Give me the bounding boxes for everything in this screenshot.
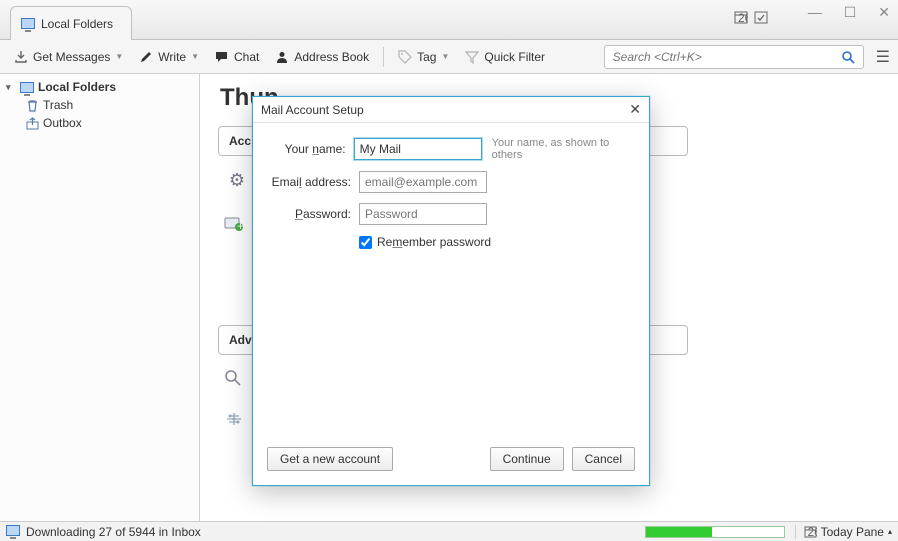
close-icon[interactable]: ✕ (629, 101, 641, 118)
activity-icon[interactable] (6, 525, 20, 539)
filters-icon (224, 411, 250, 427)
chevron-down-icon: ▼ (441, 52, 449, 61)
minimize-button[interactable]: — (808, 4, 822, 21)
trash-icon (26, 99, 39, 112)
password-label: Password: (269, 207, 351, 221)
status-text: Downloading 27 of 5944 in Inbox (26, 525, 201, 539)
your-name-hint: Your name, as shown to others (492, 137, 633, 161)
cancel-button[interactable]: Cancel (572, 447, 635, 471)
calendar-icon[interactable]: 26 (734, 10, 748, 24)
get-messages-button[interactable]: Get Messages ▼ (8, 46, 129, 68)
address-book-button[interactable]: Address Book (269, 46, 375, 68)
quick-filter-button[interactable]: Quick Filter (459, 46, 551, 68)
outbox-icon (26, 117, 39, 130)
email-label: Email address: (269, 175, 351, 189)
today-pane-toggle[interactable]: 26 Today Pane ▴ (795, 525, 892, 539)
remember-password-label: Remember password (377, 235, 491, 249)
tag-button[interactable]: Tag ▼ (392, 46, 455, 68)
continue-button[interactable]: Continue (490, 447, 564, 471)
calendar-icon: 26 (804, 525, 817, 538)
chat-button[interactable]: Chat (209, 46, 265, 68)
dialog-titlebar: Mail Account Setup ✕ (253, 97, 649, 123)
search-input[interactable] (613, 50, 841, 64)
close-button[interactable]: ✕ (878, 4, 890, 21)
tag-icon (398, 50, 412, 64)
progress-bar (645, 526, 785, 538)
folder-tree: ▾ Local Folders Trash Outbox (0, 74, 200, 521)
tasks-icon[interactable] (754, 10, 768, 24)
monitor-icon (21, 18, 35, 29)
filter-icon (465, 50, 479, 64)
window-titlebar: Local Folders 26 — ☐ ✕ (0, 0, 898, 40)
monitor-icon (20, 82, 34, 93)
write-button[interactable]: Write ▼ (133, 46, 205, 68)
main-toolbar: Get Messages ▼ Write ▼ Chat Address Book… (0, 40, 898, 74)
chevron-down-icon: ▼ (115, 52, 123, 61)
tab-local-folders[interactable]: Local Folders (10, 6, 132, 40)
remember-password-checkbox[interactable] (359, 236, 372, 249)
tab-label: Local Folders (41, 17, 113, 31)
dialog-title: Mail Account Setup (261, 103, 364, 117)
search-icon[interactable] (841, 50, 855, 64)
email-input[interactable] (359, 171, 487, 193)
svg-text:26: 26 (738, 11, 748, 24)
new-account-icon: + (224, 215, 250, 231)
get-new-account-button[interactable]: Get a new account (267, 447, 393, 471)
svg-text:+: + (237, 219, 244, 231)
person-icon (275, 50, 289, 64)
toolbar-divider (383, 47, 384, 67)
chevron-up-icon: ▴ (888, 527, 892, 536)
chevron-down-icon: ▼ (191, 52, 199, 61)
mail-account-setup-dialog: Mail Account Setup ✕ Your name: Your nam… (252, 96, 650, 486)
tree-item-trash[interactable]: Trash (0, 96, 199, 114)
svg-text:26: 26 (807, 525, 817, 538)
search-box[interactable] (604, 45, 864, 69)
download-icon (14, 50, 28, 64)
chat-icon (215, 50, 229, 64)
maximize-button[interactable]: ☐ (844, 4, 857, 21)
tree-item-outbox[interactable]: Outbox (0, 114, 199, 132)
status-bar: Downloading 27 of 5944 in Inbox 26 Today… (0, 521, 898, 541)
search-icon (224, 369, 250, 387)
pencil-icon (139, 50, 153, 64)
gear-icon: ⚙ (224, 170, 250, 191)
hamburger-menu-icon[interactable]: ☰ (876, 47, 890, 67)
your-name-input[interactable] (354, 138, 482, 160)
password-input[interactable] (359, 203, 487, 225)
twisty-down-icon[interactable]: ▾ (6, 82, 16, 93)
your-name-label: Your name: (269, 142, 346, 156)
tree-root-local-folders[interactable]: ▾ Local Folders (0, 78, 199, 96)
